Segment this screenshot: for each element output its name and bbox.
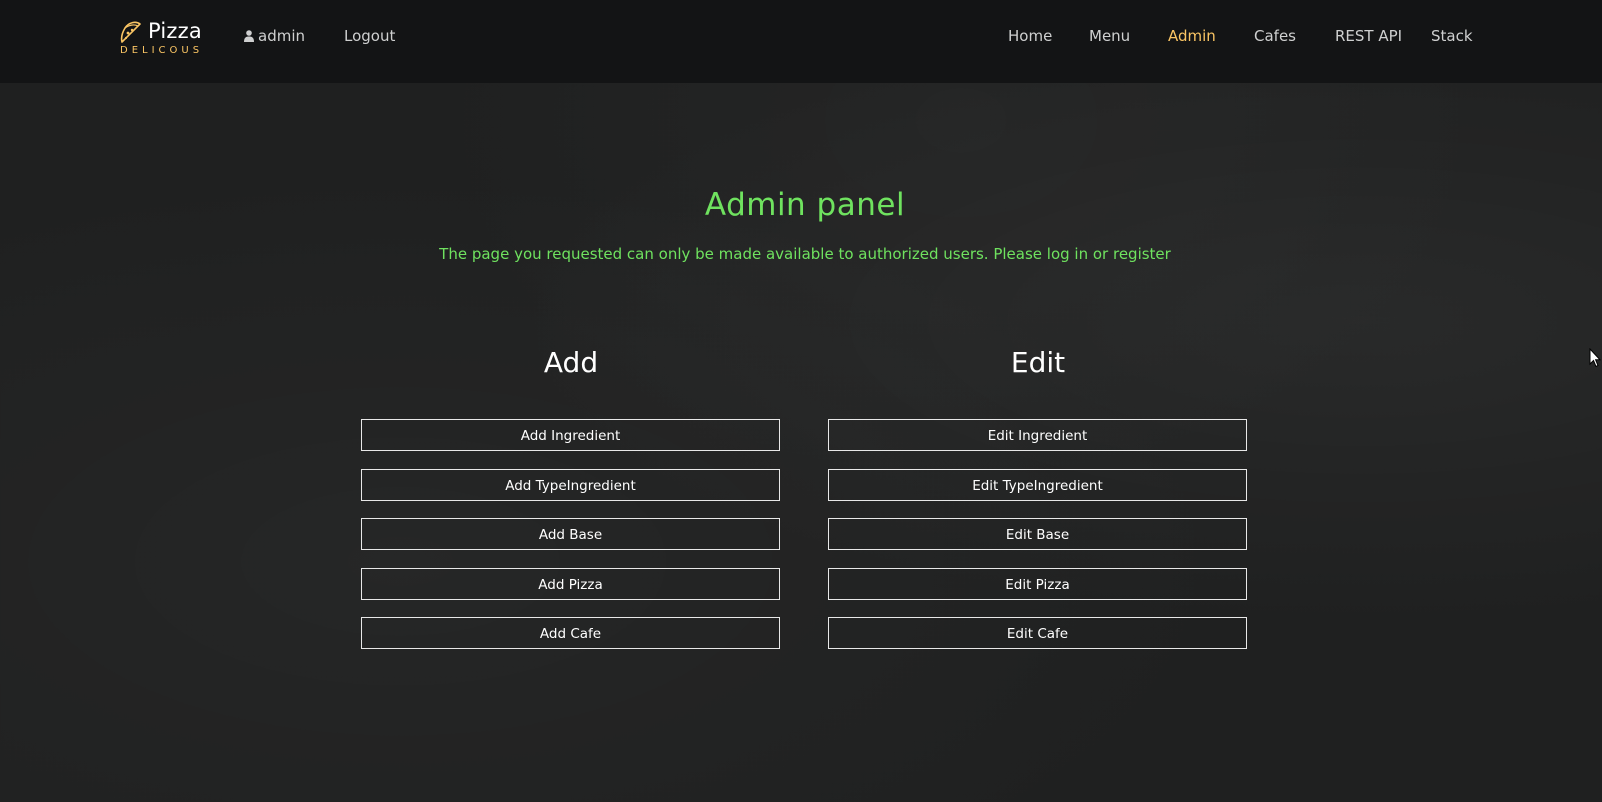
nav-cafes[interactable]: Cafes — [1254, 27, 1296, 45]
user-menu-link[interactable]: admin — [244, 27, 305, 45]
edit-pizza-button[interactable]: Edit Pizza — [828, 568, 1247, 600]
add-pizza-button[interactable]: Add Pizza — [361, 568, 780, 600]
mouse-pointer-icon — [1589, 348, 1601, 368]
pizza-slice-icon — [120, 21, 141, 43]
logout-link[interactable]: Logout — [344, 27, 395, 45]
add-ingredient-button[interactable]: Add Ingredient — [361, 419, 780, 451]
auth-message: The page you requested can only be made … — [439, 245, 1171, 263]
add-typeingredient-button[interactable]: Add TypeIngredient — [361, 469, 780, 501]
nav-stack[interactable]: Stack — [1431, 27, 1473, 45]
edit-base-button[interactable]: Edit Base — [828, 518, 1247, 550]
navbar: Pizza DELICOUS admin Logout Home Menu Ad… — [0, 0, 1602, 83]
brand-name: Pizza — [148, 19, 202, 43]
page-title: Admin panel — [704, 187, 906, 223]
user-icon — [244, 30, 254, 42]
edit-cafe-button[interactable]: Edit Cafe — [828, 617, 1247, 649]
brand-subtitle: DELICOUS — [120, 45, 204, 56]
nav-rest-api[interactable]: REST API — [1335, 27, 1402, 45]
edit-heading: Edit — [1010, 346, 1066, 379]
add-base-button[interactable]: Add Base — [361, 518, 780, 550]
add-heading: Add — [543, 346, 599, 379]
edit-typeingredient-button[interactable]: Edit TypeIngredient — [828, 469, 1247, 501]
brand-logo[interactable]: Pizza DELICOUS — [119, 18, 209, 58]
user-name: admin — [258, 27, 305, 45]
edit-ingredient-button[interactable]: Edit Ingredient — [828, 419, 1247, 451]
nav-menu[interactable]: Menu — [1089, 27, 1130, 45]
nav-admin[interactable]: Admin — [1168, 27, 1216, 45]
add-cafe-button[interactable]: Add Cafe — [361, 617, 780, 649]
nav-home[interactable]: Home — [1008, 27, 1052, 45]
